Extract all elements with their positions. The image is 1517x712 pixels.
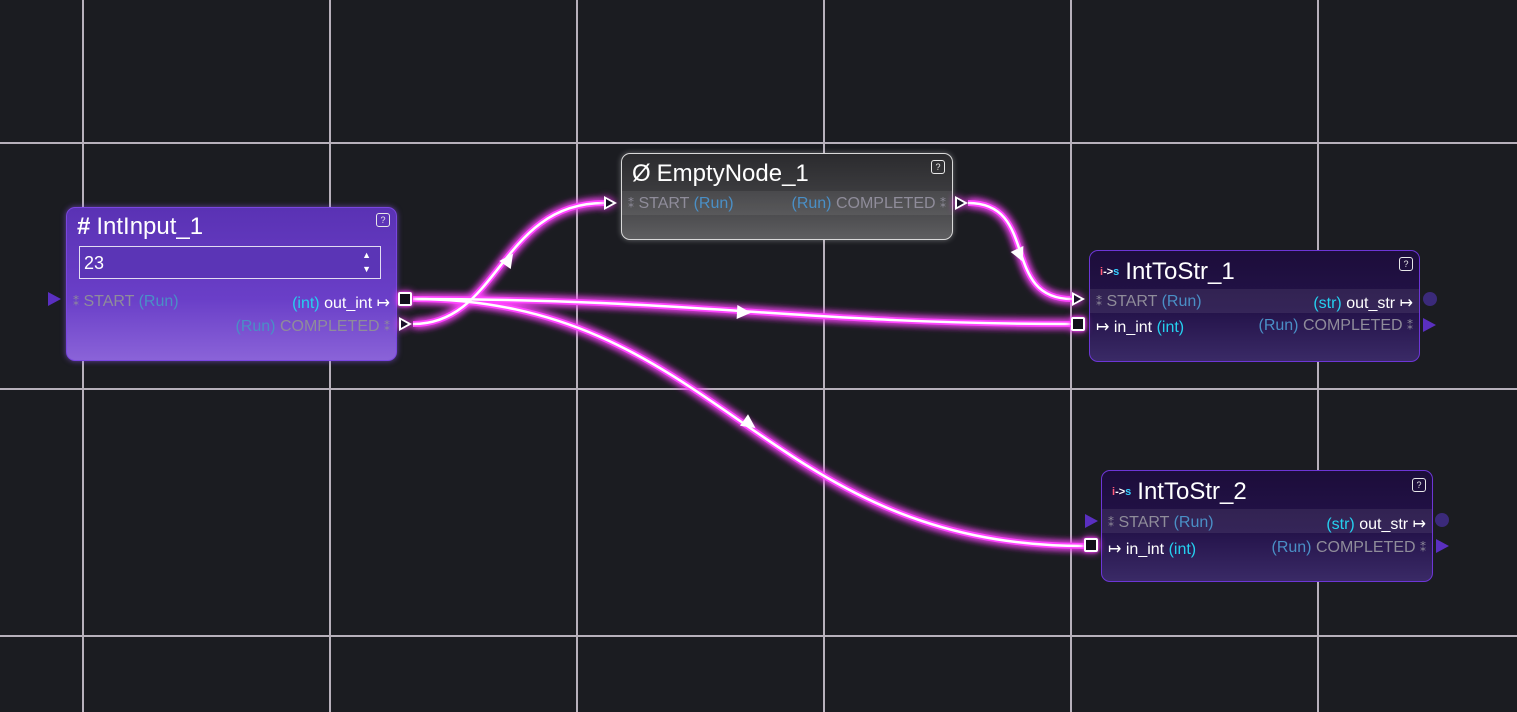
port-type: (Run) bbox=[235, 318, 276, 335]
port-label: out_str bbox=[1359, 516, 1409, 533]
data-output-port[interactable] bbox=[398, 292, 412, 306]
wire-direction-arrow bbox=[1010, 246, 1024, 262]
port-type: (int) bbox=[1156, 319, 1185, 336]
help-icon[interactable]: ? bbox=[376, 213, 390, 227]
exec-input-port[interactable] bbox=[1085, 514, 1098, 528]
node-emptynode-1[interactable]: Ø EmptyNode_1 ? ⁑ START (Run) (Run) COMP… bbox=[621, 153, 953, 240]
exec-output-port[interactable] bbox=[1436, 539, 1449, 553]
help-icon[interactable]: ? bbox=[931, 160, 945, 174]
port-row-start: ⁑ START (Run) (str) out_str ↦ bbox=[1090, 290, 1419, 314]
node-title-text: EmptyNode_1 bbox=[656, 160, 809, 187]
run-symbol-icon: ⁑ bbox=[1407, 319, 1413, 333]
exec-input-port[interactable] bbox=[604, 196, 617, 210]
wire-data-outint-to-inttostr1 bbox=[412, 296, 1073, 327]
grid-line bbox=[0, 142, 1517, 144]
wire-direction-arrow bbox=[499, 253, 514, 270]
int-value-input[interactable]: 23 bbox=[84, 253, 104, 274]
run-symbol-icon: ⁑ bbox=[1108, 516, 1114, 530]
port-label: COMPLETED bbox=[279, 318, 380, 335]
node-title-text: IntToStr_2 bbox=[1137, 478, 1247, 505]
spin-up-icon[interactable]: ▲ bbox=[362, 250, 371, 260]
grid-line bbox=[0, 635, 1517, 637]
spin-down-icon[interactable]: ▼ bbox=[362, 264, 371, 274]
port-label: COMPLETED bbox=[835, 195, 936, 212]
port-row-input: ↦ in_int (int) (Run) COMPLETED ⁑ bbox=[1102, 536, 1432, 560]
wire-direction-arrow bbox=[736, 305, 751, 319]
data-input-port[interactable] bbox=[1084, 538, 1098, 552]
port-label: in_int bbox=[1125, 541, 1165, 558]
help-icon[interactable]: ? bbox=[1412, 478, 1426, 492]
int-to-str-icon: i->s bbox=[1112, 486, 1132, 498]
exec-input-port[interactable] bbox=[1072, 292, 1085, 306]
port-label: START bbox=[1118, 514, 1170, 531]
port-label: in_int bbox=[1113, 319, 1153, 336]
data-output-port[interactable] bbox=[1423, 292, 1437, 306]
wire-data-outint-to-inttostr2 bbox=[412, 296, 1086, 549]
node-inttostr-1[interactable]: i->s IntToStr_1 ? ⁑ START (Run) (str) ou… bbox=[1089, 250, 1420, 362]
port-type: (int) bbox=[292, 295, 320, 312]
port-row-start: ⁑ START (Run) (Run) COMPLETED ⁑ bbox=[622, 192, 952, 216]
int-to-str-icon: i->s bbox=[1100, 266, 1120, 278]
data-output-port[interactable] bbox=[1435, 513, 1449, 527]
port-type: (Run) bbox=[1258, 317, 1299, 334]
port-label: START bbox=[1106, 293, 1158, 310]
output-arrow-icon: ↦ bbox=[1412, 516, 1426, 533]
node-title: # IntInput_1 bbox=[77, 213, 203, 241]
output-arrow-icon: ↦ bbox=[376, 295, 390, 312]
exec-output-port[interactable] bbox=[1423, 318, 1436, 332]
grid-line bbox=[1070, 0, 1072, 712]
run-symbol-icon: ⁑ bbox=[628, 197, 634, 211]
run-symbol-icon: ⁑ bbox=[384, 320, 390, 334]
data-input-port[interactable] bbox=[1071, 317, 1085, 331]
node-title-text: IntToStr_1 bbox=[1125, 258, 1235, 285]
grid-line bbox=[576, 0, 578, 712]
port-type: (Run) bbox=[693, 195, 734, 212]
port-type: (Run) bbox=[1173, 514, 1214, 531]
wire-direction-arrow bbox=[739, 414, 756, 429]
node-inttostr-2[interactable]: i->s IntToStr_2 ? ⁑ START (Run) (str) ou… bbox=[1101, 470, 1433, 582]
port-row-completed: (Run) COMPLETED ⁑ bbox=[67, 315, 396, 339]
port-type: (Run) bbox=[1161, 293, 1202, 310]
port-type: (Run) bbox=[1271, 539, 1312, 556]
run-symbol-icon: ⁑ bbox=[73, 295, 79, 309]
port-type: (Run) bbox=[138, 293, 179, 310]
run-symbol-icon: ⁑ bbox=[940, 197, 946, 211]
port-label: START bbox=[83, 293, 135, 310]
run-symbol-icon: ⁑ bbox=[1420, 541, 1426, 555]
port-type: (Run) bbox=[791, 195, 832, 212]
port-row-input: ↦ in_int (int) (Run) COMPLETED ⁑ bbox=[1090, 314, 1419, 338]
node-title-text: IntInput_1 bbox=[96, 213, 204, 240]
exec-input-port[interactable] bbox=[48, 292, 61, 306]
node-intinput-1[interactable]: # IntInput_1 ? 23 ▲ ▼ ⁑ START (Run) (int… bbox=[66, 207, 397, 361]
grid-line bbox=[0, 388, 1517, 390]
wire-exec-emptynode-to-inttostr1 bbox=[967, 200, 1073, 302]
int-value-spinbox[interactable]: 23 ▲ ▼ bbox=[79, 246, 381, 279]
exec-output-port[interactable] bbox=[955, 196, 968, 210]
node-title: i->s IntToStr_1 bbox=[1100, 258, 1235, 286]
port-type: (int) bbox=[1168, 541, 1197, 558]
node-title: Ø EmptyNode_1 bbox=[632, 160, 809, 188]
grid-line bbox=[823, 0, 825, 712]
port-type: (str) bbox=[1326, 516, 1355, 533]
port-row-start: ⁑ START (Run) (str) out_str ↦ bbox=[1102, 511, 1432, 535]
run-symbol-icon: ⁑ bbox=[1096, 295, 1102, 309]
empty-set-icon: Ø bbox=[632, 160, 651, 187]
exec-output-port[interactable] bbox=[399, 317, 412, 331]
port-label: out_str bbox=[1346, 295, 1396, 312]
help-icon[interactable]: ? bbox=[1399, 257, 1413, 271]
hash-icon: # bbox=[77, 213, 91, 240]
input-arrow-icon: ↦ bbox=[1108, 541, 1122, 558]
port-type: (str) bbox=[1313, 295, 1342, 312]
port-label: START bbox=[638, 195, 690, 212]
input-arrow-icon: ↦ bbox=[1096, 319, 1110, 336]
port-row-start: ⁑ START (Run) (int) out_int ↦ bbox=[67, 290, 396, 314]
port-label: COMPLETED bbox=[1302, 317, 1403, 334]
output-arrow-icon: ↦ bbox=[1399, 295, 1413, 312]
node-title: i->s IntToStr_2 bbox=[1112, 478, 1247, 506]
port-label: out_int bbox=[324, 295, 373, 312]
port-label: COMPLETED bbox=[1315, 539, 1416, 556]
